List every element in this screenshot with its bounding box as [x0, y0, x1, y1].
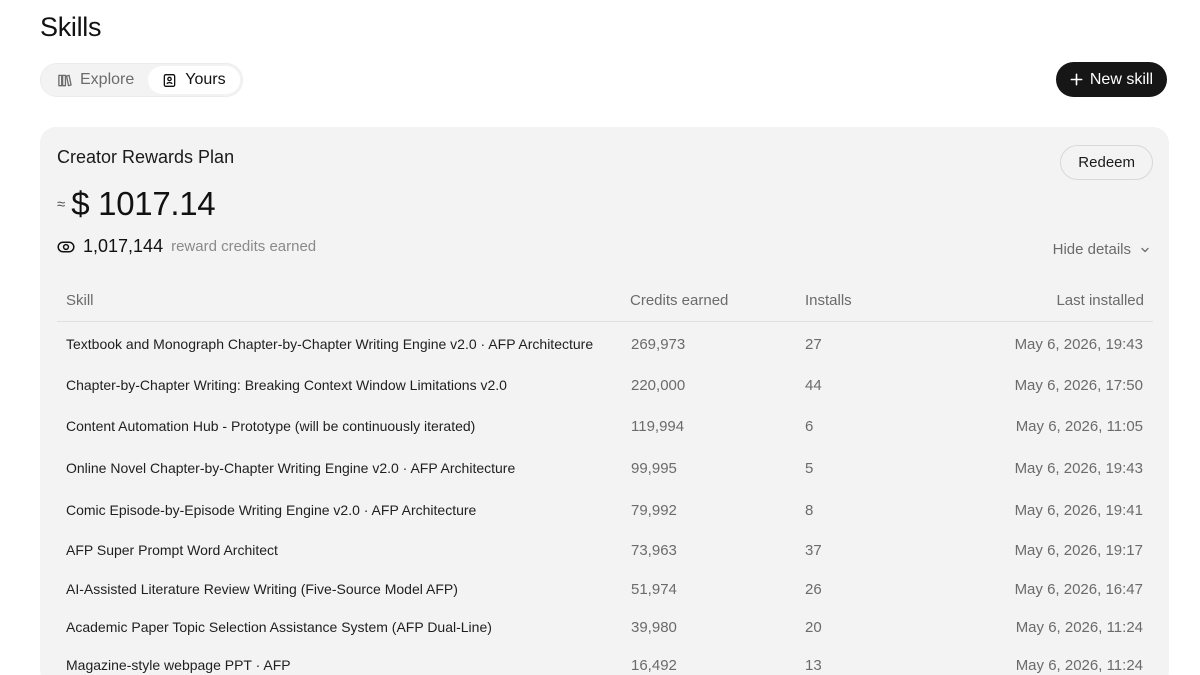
- last-installed: May 6, 2026, 19:17: [1014, 542, 1143, 559]
- rewards-title: Creator Rewards Plan: [57, 147, 235, 167]
- last-installed: May 6, 2026, 17:50: [1014, 377, 1143, 394]
- skill-name: Academic Paper Topic Selection Assistanc…: [66, 619, 492, 635]
- credits-earned: 73,963: [631, 542, 677, 559]
- new-skill-button[interactable]: New skill: [1055, 62, 1167, 97]
- table-row[interactable]: Magazine-style webpage PPT · AFP 16,492 …: [57, 647, 1153, 675]
- credits-value: 1,017,144: [83, 236, 164, 256]
- creator-rewards-card: Creator Rewards Plan Redeem ≈ $ 1017.14 …: [40, 127, 1169, 675]
- tab-yours[interactable]: Yours: [148, 66, 240, 94]
- skill-name: Magazine-style webpage PPT · AFP: [66, 657, 291, 673]
- skills-table-header: Skill Credits earned Installs Last insta…: [57, 285, 1153, 322]
- skill-name: Chapter-by-Chapter Writing: Breaking Con…: [66, 377, 507, 393]
- column-header-credits[interactable]: Credits earned: [630, 292, 728, 309]
- credits-summary: 1,017,144 reward credits earned: [57, 236, 316, 257]
- installs-count: 13: [805, 657, 822, 674]
- skill-name: Online Novel Chapter-by-Chapter Writing …: [66, 460, 516, 476]
- last-installed: May 6, 2026, 11:24: [1015, 619, 1143, 636]
- plus-icon: [1069, 72, 1084, 87]
- last-installed: May 6, 2026, 19:43: [1014, 336, 1143, 353]
- credits-earned: 220,000: [631, 377, 686, 394]
- installs-count: 44: [805, 377, 822, 394]
- column-header-last-installed[interactable]: Last installed: [1056, 292, 1144, 309]
- credits-earned: 79,992: [631, 502, 677, 519]
- installs-count: 26: [805, 581, 822, 598]
- skill-name: Content Automation Hub - Prototype (will…: [66, 418, 476, 434]
- tab-explore-label: Explore: [80, 71, 135, 88]
- skill-name: Comic Episode-by-Episode Writing Engine …: [66, 502, 477, 518]
- column-header-installs[interactable]: Installs: [805, 292, 852, 309]
- table-row[interactable]: Chapter-by-Chapter Writing: Breaking Con…: [57, 365, 1153, 406]
- last-installed: May 6, 2026, 11:05: [1015, 418, 1143, 435]
- credits-earned: 16,492: [631, 657, 677, 674]
- last-installed: May 6, 2026, 19:43: [1014, 460, 1143, 477]
- credits-earned: 269,973: [631, 336, 686, 353]
- column-header-skill[interactable]: Skill: [66, 292, 94, 309]
- approx-symbol: ≈: [57, 195, 66, 213]
- hide-details-label: Hide details: [1052, 241, 1131, 258]
- installs-count: 37: [805, 542, 822, 559]
- skills-page: Skills Explore Yours New skill Creator R…: [0, 0, 1200, 675]
- new-skill-label: New skill: [1089, 70, 1153, 88]
- installs-count: 5: [805, 460, 814, 477]
- credits-earned: 39,980: [631, 619, 677, 636]
- credits-earned: 99,995: [631, 460, 677, 477]
- redeem-button[interactable]: Redeem: [1060, 145, 1153, 180]
- credits-label: reward credits earned: [171, 238, 317, 255]
- installs-count: 6: [805, 418, 814, 435]
- credits-earned: 119,994: [631, 418, 685, 435]
- table-row[interactable]: Comic Episode-by-Episode Writing Engine …: [57, 490, 1153, 531]
- skill-name: Textbook and Monograph Chapter-by-Chapte…: [66, 336, 594, 352]
- credit-coin-icon: [57, 238, 75, 256]
- table-row[interactable]: AFP Super Prompt Word Architect 73,963 3…: [57, 531, 1153, 571]
- last-installed: May 6, 2026, 16:47: [1014, 581, 1143, 598]
- table-row[interactable]: AI-Assisted Literature Review Writing (F…: [57, 571, 1153, 609]
- rewards-amount: $ 1017.14: [71, 185, 216, 222]
- installs-count: 8: [805, 502, 814, 519]
- skill-name: AI-Assisted Literature Review Writing (F…: [66, 581, 458, 597]
- skills-table-body: Textbook and Monograph Chapter-by-Chapte…: [57, 323, 1153, 675]
- view-tabs: Explore Yours: [40, 63, 243, 97]
- table-row[interactable]: Textbook and Monograph Chapter-by-Chapte…: [57, 323, 1153, 365]
- last-installed: May 6, 2026, 19:41: [1014, 502, 1143, 519]
- tab-explore[interactable]: Explore: [43, 66, 148, 94]
- hide-details-toggle[interactable]: Hide details: [1053, 241, 1151, 258]
- rewards-amount-row: ≈ $ 1017.14: [57, 185, 216, 223]
- page-title: Skills: [40, 12, 102, 42]
- installs-count: 20: [805, 619, 822, 636]
- table-row[interactable]: Online Novel Chapter-by-Chapter Writing …: [57, 448, 1153, 490]
- skill-card-icon: [162, 73, 177, 88]
- table-row[interactable]: Content Automation Hub - Prototype (will…: [57, 406, 1153, 448]
- skill-name: AFP Super Prompt Word Architect: [66, 542, 278, 558]
- book-icon: [57, 73, 72, 88]
- tab-yours-label: Yours: [185, 71, 226, 88]
- chevron-down-icon: [1139, 244, 1151, 256]
- credits-earned: 51,974: [631, 581, 677, 598]
- installs-count: 27: [805, 336, 822, 353]
- table-row[interactable]: Academic Paper Topic Selection Assistanc…: [57, 609, 1153, 647]
- last-installed: May 6, 2026, 11:24: [1015, 657, 1143, 674]
